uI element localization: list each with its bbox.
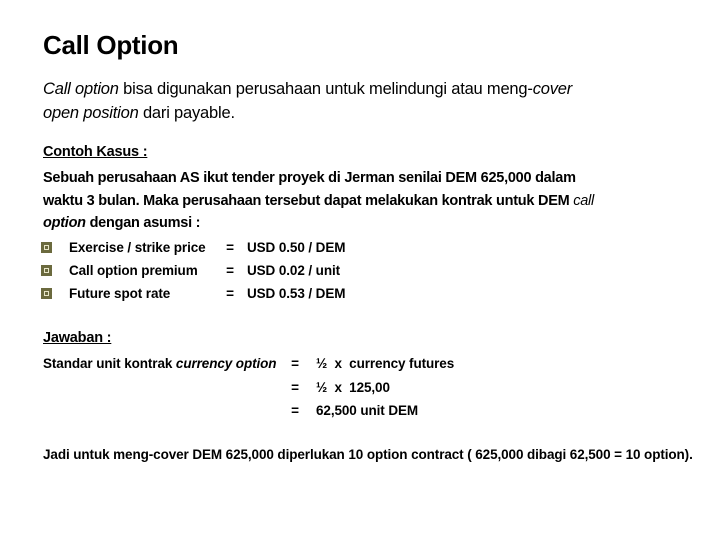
conclusion-paragraph: Jadi untuk meng-cover DEM 625,000 diperl… [43,447,693,462]
answer-heading: Jawaban : [43,330,112,346]
case-option-term: option [43,215,86,231]
assumption-label: Future spot rate [69,286,171,301]
case-call-term: call [573,192,594,209]
assumption-item: Future spot rate = USD 0.53 / DEM [41,282,345,305]
assumption-item: Exercise / strike price = USD 0.50 / DEM [41,236,345,259]
assumption-list: Exercise / strike price = USD 0.50 / DEM… [41,236,345,305]
assumption-value: USD 0.50 / DEM [247,240,346,255]
equals-sign: = [291,356,299,371]
assumption-label: Call option premium [69,263,198,278]
answer-calculation: Standar unit kontrak currency option = ½… [43,352,454,423]
case-line-1: Sebuah perusahaan AS ikut tender proyek … [43,170,576,186]
calculation-label-term: currency option [175,356,277,371]
intro-open-position: open position [43,104,139,122]
equals-sign: = [226,286,234,301]
case-line-3-text: dengan asumsi : [85,215,201,231]
intro-cover: cover [532,80,573,98]
intro-term: Call option [43,80,119,98]
equals-sign: = [226,240,234,255]
case-description: Sebuah perusahaan AS ikut tender proyek … [43,167,594,235]
intro-line-1: Call option bisa digunakan perusahaan un… [43,77,572,101]
square-bullet-icon [41,265,52,276]
intro-text-1: bisa digunakan perusahaan untuk melindun… [118,80,533,98]
calculation-row: = ½ x 125,00 [43,376,454,400]
assumption-item: Call option premium = USD 0.02 / unit [41,259,345,282]
calculation-value: ½ x currency futures [316,356,455,371]
case-line-2: waktu 3 bulan. Maka perusahaan tersebut … [43,190,594,213]
calculation-label-text: Standar unit kontrak [43,356,176,371]
calculation-label: Standar unit kontrak currency option [43,352,288,376]
equals-sign: = [291,403,299,418]
equals-sign: = [291,379,299,395]
intro-paragraph: Call option bisa digunakan perusahaan un… [43,77,572,125]
assumption-value: USD 0.02 / unit [247,263,341,278]
calculation-value: 62,500 unit DEM [316,403,419,418]
equals-sign: = [226,263,234,278]
assumption-label: Exercise / strike price [69,240,206,255]
calculation-row: = 62,500 unit DEM [43,399,454,423]
intro-line-2: open position dari payable. [43,101,572,125]
slide-title: Call Option [43,30,179,60]
calculation-row: Standar unit kontrak currency option = ½… [43,352,454,376]
case-line-3: option dengan asumsi : [43,212,594,235]
case-line-2-text: waktu 3 bulan. Maka perusahaan tersebut … [43,192,574,209]
square-bullet-icon [41,242,52,253]
square-bullet-icon [41,288,52,299]
case-heading: Contoh Kasus : [43,144,148,160]
calculation-value: ½ x 125,00 [316,379,390,395]
intro-text-2: dari payable. [138,104,235,122]
assumption-value: USD 0.53 / DEM [247,286,346,301]
